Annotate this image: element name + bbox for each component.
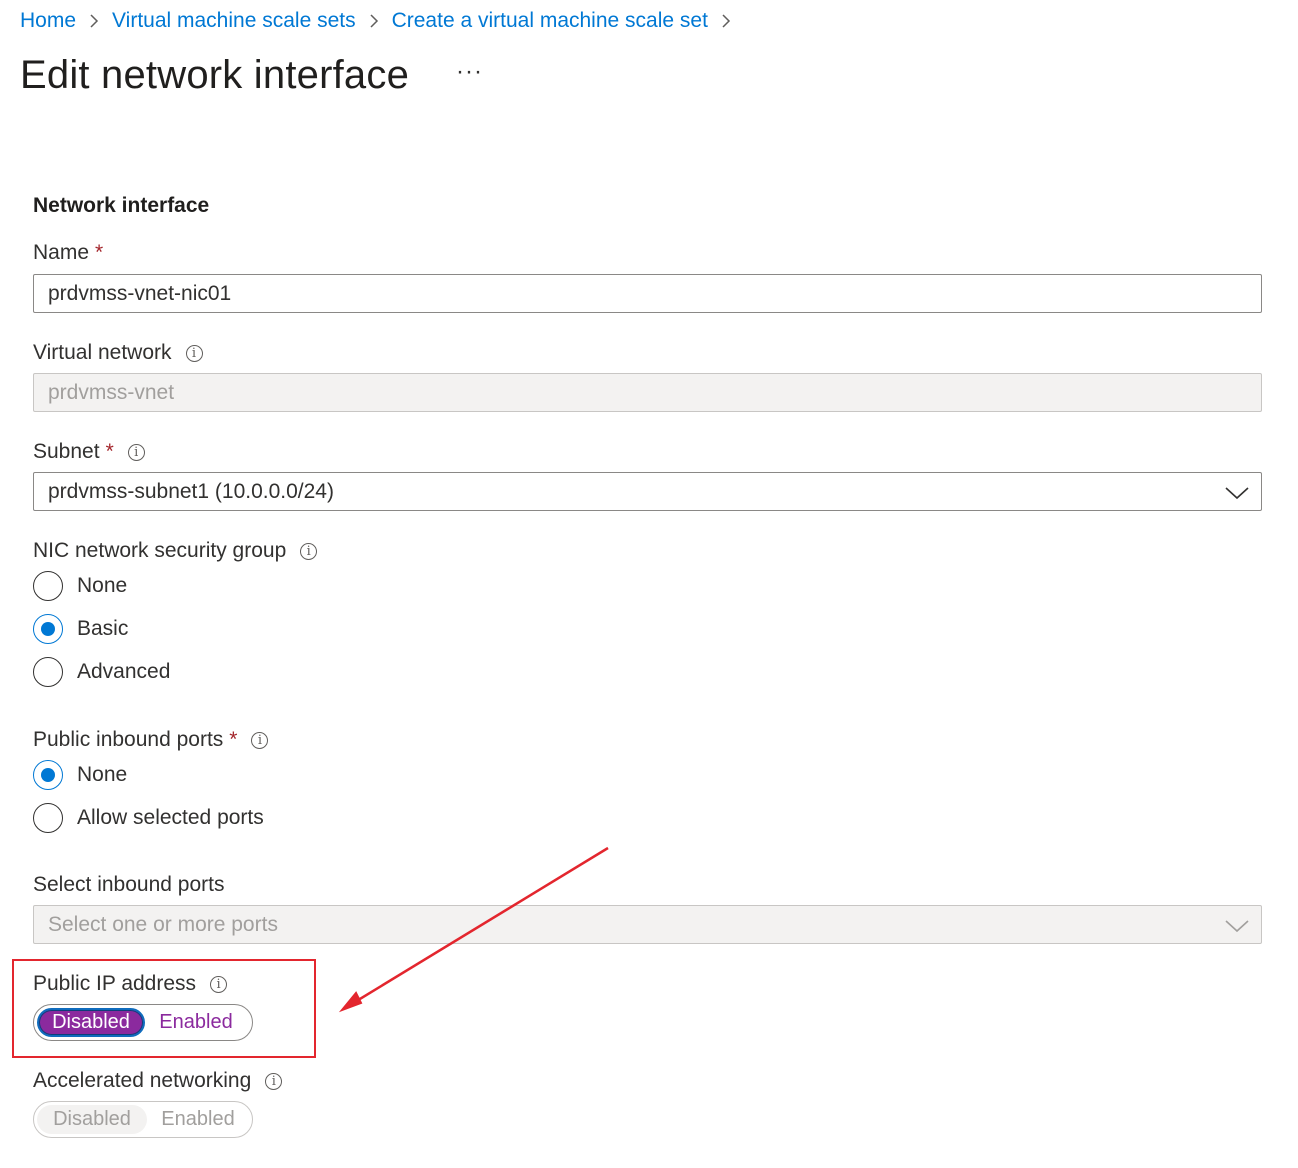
info-icon[interactable]: i [127, 443, 145, 461]
select-inbound-ports-label-text: Select inbound ports [33, 873, 225, 896]
nic-nsg-option-none[interactable]: None [33, 571, 127, 601]
nic-nsg-label-text: NIC network security group [33, 539, 287, 562]
nic-nsg-option-advanced[interactable]: Advanced [33, 657, 170, 687]
nic-nsg-label: NIC network security group i [33, 539, 318, 563]
virtual-network-label-text: Virtual network [33, 341, 172, 364]
radio-label: Basic [77, 617, 129, 640]
required-marker: * [105, 440, 114, 463]
name-label-text: Name [33, 241, 90, 264]
info-icon[interactable]: i [265, 1072, 283, 1090]
radio-label: None [77, 574, 128, 597]
accelerated-networking-label: Accelerated networking i [33, 1069, 283, 1093]
radio-button-selected[interactable] [33, 614, 63, 644]
accelerated-networking-label-text: Accelerated networking [33, 1069, 252, 1092]
chevron-down-icon [1225, 483, 1249, 507]
chevron-right-icon [369, 13, 379, 29]
radio-button[interactable] [33, 571, 63, 601]
chevron-down-icon [1225, 916, 1249, 940]
section-title: Network interface [33, 194, 210, 217]
breadcrumb-create-vmss[interactable]: Create a virtual machine scale set [392, 9, 708, 33]
accelerated-networking-disabled-option: Disabled [37, 1105, 147, 1134]
info-icon[interactable]: i [185, 344, 203, 362]
radio-label: Allow selected ports [77, 806, 264, 829]
select-inbound-ports-dropdown: Select one or more ports [33, 905, 1262, 944]
chevron-right-icon [89, 13, 99, 29]
virtual-network-label: Virtual network i [33, 341, 203, 365]
breadcrumb-vmss[interactable]: Virtual machine scale sets [112, 9, 356, 33]
nic-nsg-option-basic[interactable]: Basic [33, 614, 128, 644]
required-marker: * [95, 241, 104, 264]
virtual-network-field: prdvmss-vnet [33, 373, 1262, 412]
radio-button[interactable] [33, 803, 63, 833]
name-input-value: prdvmss-vnet-nic01 [48, 281, 232, 305]
name-label: Name * [33, 241, 103, 265]
radio-button[interactable] [33, 657, 63, 687]
breadcrumb-home[interactable]: Home [20, 9, 76, 33]
select-inbound-ports-label: Select inbound ports [33, 873, 224, 897]
name-input[interactable]: prdvmss-vnet-nic01 [33, 274, 1262, 313]
required-marker: * [229, 728, 238, 751]
more-options-button[interactable]: ··· [456, 58, 483, 86]
subnet-dropdown[interactable]: prdvmss-subnet1 (10.0.0.0/24) [33, 472, 1262, 511]
inbound-ports-option-allow[interactable]: Allow selected ports [33, 803, 264, 833]
accelerated-networking-enabled-option: Enabled [161, 1108, 235, 1130]
radio-label: Advanced [77, 660, 171, 683]
subnet-label-text: Subnet [33, 440, 100, 463]
chevron-right-icon [721, 13, 731, 29]
public-inbound-ports-label-text: Public inbound ports [33, 728, 224, 751]
breadcrumb: Home Virtual machine scale sets Create a… [20, 6, 744, 36]
subnet-dropdown-value: prdvmss-subnet1 (10.0.0.0/24) [48, 479, 334, 503]
accelerated-networking-toggle: Disabled Enabled [33, 1101, 253, 1138]
page-title: Edit network interface [20, 53, 410, 97]
inbound-ports-option-none[interactable]: None [33, 760, 127, 790]
virtual-network-value: prdvmss-vnet [48, 380, 175, 404]
info-icon[interactable]: i [300, 542, 318, 560]
select-inbound-ports-placeholder: Select one or more ports [48, 912, 278, 936]
annotation-highlight-box [12, 959, 316, 1058]
radio-label: None [77, 763, 128, 786]
public-inbound-ports-label: Public inbound ports * i [33, 728, 269, 752]
subnet-label: Subnet * i [33, 440, 145, 464]
radio-button-selected[interactable] [33, 760, 63, 790]
info-icon[interactable]: i [251, 731, 269, 749]
